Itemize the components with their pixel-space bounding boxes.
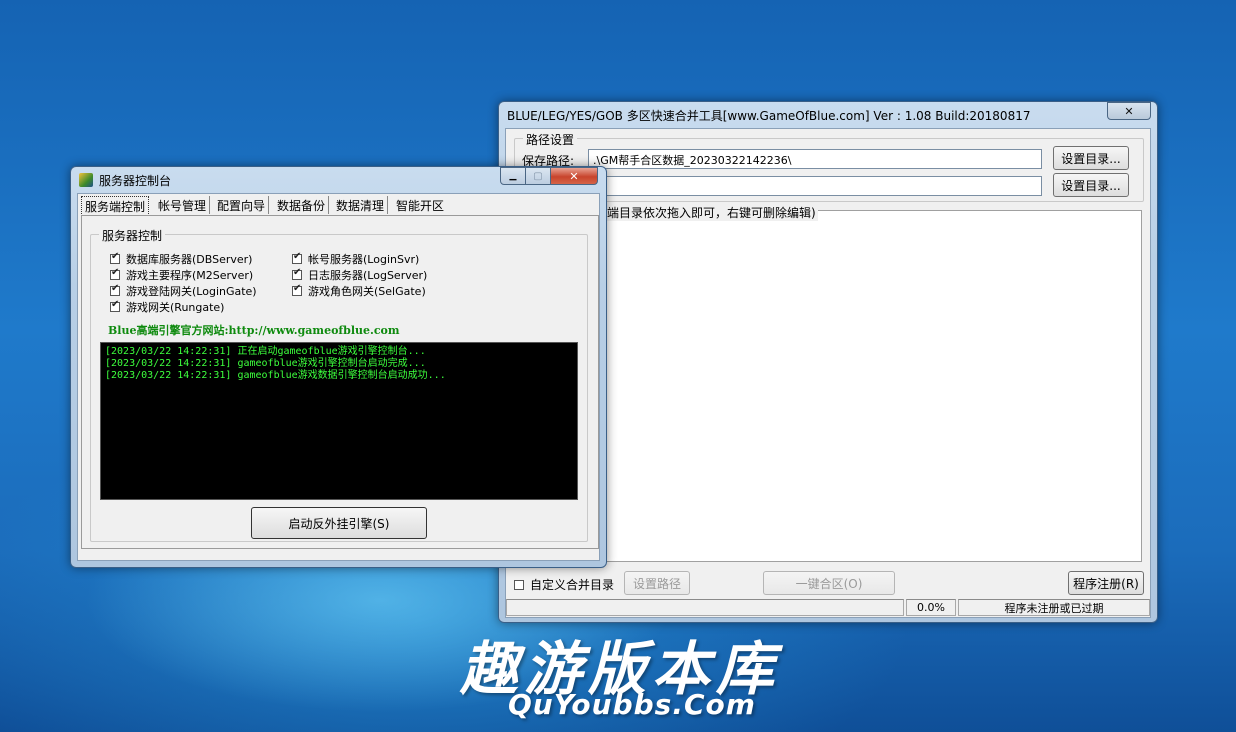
watermark-english: QuYoubbs.Com: [508, 688, 756, 721]
registration-status: 程序未注册或已过期: [958, 599, 1150, 616]
checkbox-dbserver[interactable]: 数据库服务器(DBServer): [110, 251, 252, 267]
set-directory-button-1[interactable]: 设置目录...: [1053, 146, 1129, 170]
checkbox-m2server-label: 游戏主要程序(M2Server): [126, 269, 254, 282]
log-line: [2023/03/22 14:22:31] gameofblue游戏数据引擎控制…: [105, 370, 446, 381]
checkbox-loginsvr-label: 帐号服务器(LoginSvr): [308, 253, 420, 266]
log-console[interactable]: [2023/03/22 14:22:31] 正在启动gameofblue游戏引擎…: [100, 342, 578, 500]
minimize-icon: ▁: [509, 171, 517, 181]
save-path-field[interactable]: .\GM帮手合区数据_20230322142236\: [588, 149, 1042, 169]
set-path-button[interactable]: 设置路径: [624, 571, 690, 595]
merge-window-titlebar[interactable]: BLUE/LEG/YES/GOB 多区快速合并工具[www.GameOfBlue…: [499, 102, 1157, 128]
checkbox-loginsvr-box: [292, 251, 302, 264]
checkbox-logserver[interactable]: 日志服务器(LogServer): [292, 267, 427, 283]
custom-merge-checkbox[interactable]: 自定义合并目录: [514, 576, 614, 593]
checkbox-dbserver-label: 数据库服务器(DBServer): [126, 253, 253, 266]
checkbox-logserver-label: 日志服务器(LogServer): [308, 269, 428, 282]
checkbox-m2server-box: [110, 267, 120, 280]
progress-bar: [506, 599, 904, 616]
register-button[interactable]: 程序注册(R): [1068, 571, 1144, 595]
merge-window-close-button[interactable]: ✕: [1107, 102, 1151, 120]
log-line: [2023/03/22 14:22:31] 正在启动gameofblue游戏引擎…: [105, 346, 426, 357]
tab-data-cleanup[interactable]: 数据清理: [333, 196, 389, 214]
path-settings-label: 路径设置: [523, 131, 578, 148]
app-icon: [79, 173, 93, 187]
server-window-titlebar[interactable]: 服务器控制台 ▁ ▢ ✕: [71, 167, 606, 193]
checkbox-rungate-box: [110, 299, 120, 312]
checkbox-rungate[interactable]: 游戏网关(Rungate): [110, 299, 224, 315]
custom-merge-label: 自定义合并目录: [530, 578, 615, 592]
server-console-window: 服务器控制台 ▁ ▢ ✕ 服务端控制 帐号管理 配置向导 数据备份 数据清理 智…: [70, 166, 607, 568]
server-control-label: 服务器控制: [99, 227, 166, 244]
tab-smart-server-open[interactable]: 智能开区: [393, 196, 447, 214]
tab-panel: 服务器控制 数据库服务器(DBServer) 游戏主要程序(M2Server) …: [81, 215, 599, 549]
checkbox-m2server[interactable]: 游戏主要程序(M2Server): [110, 267, 253, 283]
progress-percent: 0.0%: [906, 599, 956, 616]
minimize-button[interactable]: ▁: [500, 167, 526, 185]
tab-server-control[interactable]: 服务端控制: [81, 196, 150, 216]
checkbox-loginsvr[interactable]: 帐号服务器(LoginSvr): [292, 251, 419, 267]
start-anticheat-button[interactable]: 启动反外挂引擎(S): [251, 507, 427, 539]
checkbox-logingate-box: [110, 283, 120, 296]
checkbox-logingate-label: 游戏登陆网关(LoginGate): [126, 285, 257, 298]
checkbox-selgate[interactable]: 游戏角色网关(SelGate): [292, 283, 426, 299]
second-path-field[interactable]: [588, 176, 1042, 196]
one-click-merge-button[interactable]: 一键合区(O): [763, 571, 895, 595]
merge-window-title: BLUE/LEG/YES/GOB 多区快速合并工具[www.GameOfBlue…: [507, 109, 1031, 123]
tab-account-management[interactable]: 帐号管理: [155, 196, 211, 214]
checkbox-dbserver-box: [110, 251, 120, 264]
maximize-button[interactable]: ▢: [525, 167, 551, 185]
checkbox-logingate[interactable]: 游戏登陆网关(LoginGate): [110, 283, 257, 299]
server-dir-list-hint: 端目录依次拖入即可，右键可删除编辑): [605, 204, 818, 221]
maximize-icon: ▢: [533, 170, 543, 182]
checkbox-rungate-label: 游戏网关(Rungate): [126, 301, 225, 314]
official-website-text: Blue高端引擎官方网站:http://www.gameofblue.com: [108, 324, 400, 337]
tab-config-wizard[interactable]: 配置向导: [214, 196, 270, 214]
set-directory-button-2[interactable]: 设置目录...: [1053, 173, 1129, 197]
close-icon: ✕: [569, 169, 579, 183]
checkbox-selgate-box: [292, 283, 302, 296]
tab-data-backup[interactable]: 数据备份: [274, 196, 330, 214]
server-window-title: 服务器控制台: [99, 174, 172, 188]
server-window-close-button[interactable]: ✕: [550, 167, 598, 185]
log-line: [2023/03/22 14:22:31] gameofblue游戏引擎控制台启…: [105, 358, 426, 369]
checkbox-logserver-box: [292, 267, 302, 280]
checkbox-selgate-label: 游戏角色网关(SelGate): [308, 285, 426, 298]
close-icon: ✕: [1124, 104, 1134, 118]
server-dir-list[interactable]: 端目录依次拖入即可，右键可删除编辑): [514, 204, 1142, 562]
custom-merge-checkbox-box: [514, 579, 524, 590]
